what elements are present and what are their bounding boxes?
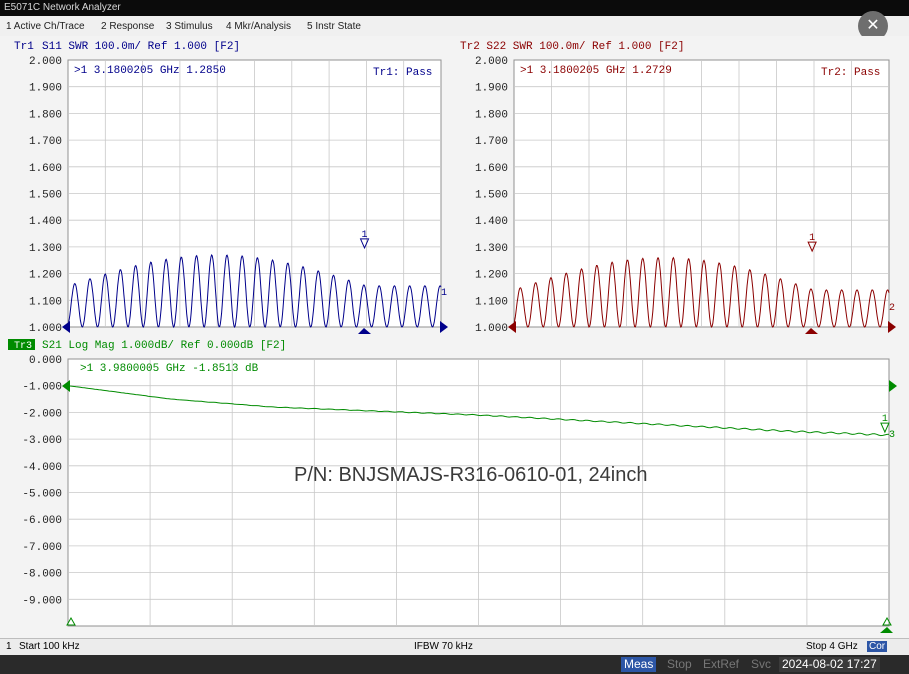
tr1-y-tick-label: 1.100 — [29, 296, 62, 308]
tr1-y-tick-label: 1.200 — [29, 270, 62, 282]
tr3-trace-end-label: 3 — [889, 430, 895, 441]
traces-svg: Tr1 S11 SWR 100.0m/ Ref 1.000 [F2] 2.000… — [8, 41, 897, 633]
tr3-header-prefix: Tr3 — [14, 341, 32, 352]
tr2-ref-left-icon — [508, 321, 516, 333]
tr1-marker-position-icon — [358, 328, 371, 334]
tr1-header-prefix: Tr1 — [14, 41, 34, 53]
status-bar: 1 Start 100 kHz IFBW 70 kHz Stop 4 GHz C… — [0, 638, 909, 655]
tr3-ref-right-icon — [889, 380, 897, 392]
tr3-y-tick-label: -2.000 — [22, 408, 62, 420]
tr2-marker-number: 1 — [809, 233, 815, 244]
tr3-y-tick-label: -3.000 — [22, 435, 62, 447]
date-time: 2024-08-02 17:27 — [779, 657, 880, 672]
tr2-trace-end-label: 2 — [889, 303, 895, 314]
tr1-panel: Tr1 S11 SWR 100.0m/ Ref 1.000 [F2] 2.000… — [14, 41, 448, 335]
tr3-y-tick-label: -6.000 — [22, 515, 62, 527]
tr1-y-tick-label: 1.600 — [29, 163, 62, 175]
tr2-y-tick-label: 2.000 — [475, 56, 508, 68]
ifbw-value[interactable]: IFBW 70 kHz — [414, 641, 473, 652]
tr3-y-tick-label: -8.000 — [22, 569, 62, 581]
part-number-annotation: P/N: BNJSMAJS-R316-0610-01, 24inch — [294, 464, 648, 486]
tr3-y-tick-label: -4.000 — [22, 462, 62, 474]
tr2-y-tick-label: 1.400 — [475, 216, 508, 228]
tr3-y-ticks: 0.000 -1.000 -2.000 -3.000 -4.000 -5.000 -6.00… — [22, 355, 62, 607]
start-frequency[interactable]: Start 100 kHz — [19, 641, 80, 652]
tr2-panel: Tr2 S22 SWR 100.0m/ Ref 1.000 [F2] 2.000… — [460, 41, 896, 335]
tr2-y-tick-label: 1.000 — [475, 323, 508, 335]
instrument-status-bar: Meas Stop ExtRef Svc 2024-08-02 17:27 — [0, 655, 909, 674]
tr2-y-ticks: 2.000 1.900 1.800 1.700 1.600 1.500 1.400 1.300… — [475, 56, 508, 335]
tr1-y-tick-label: 2.000 — [29, 56, 62, 68]
tr3-y-tick-label: -1.000 — [22, 382, 62, 394]
tr1-ref-right-icon — [440, 321, 448, 333]
tr1-y-tick-label: 1.900 — [29, 83, 62, 95]
tr3-panel: Tr3 S21 Log Mag 1.000dB/ Ref 0.000dB [F2… — [8, 339, 897, 633]
tr3-y-tick-label: 0.000 — [29, 355, 62, 367]
tr1-y-tick-label: 1.400 — [29, 216, 62, 228]
tr1-y-tick-label: 1.700 — [29, 136, 62, 148]
tr3-marker-number: 1 — [882, 414, 888, 425]
tr2-marker-readout: >1 3.1800205 GHz 1.2729 — [520, 65, 672, 77]
tr1-ref-left-icon — [62, 321, 70, 333]
tr2-marker-position-icon — [805, 328, 818, 334]
tr1-y-tick-label: 1.800 — [29, 109, 62, 121]
tr1-trace-end-label: 1 — [441, 288, 447, 299]
tr1-pass-label: Tr1: Pass — [373, 67, 432, 79]
tr2-header: Tr2 S22 SWR 100.0m/ Ref 1.000 [F2] — [460, 41, 684, 53]
tr2-y-tick-label: 1.500 — [475, 190, 508, 202]
tr2-y-tick-label: 1.900 — [475, 83, 508, 95]
tr1-marker-readout: >1 3.1800205 GHz 1.2850 — [74, 65, 226, 77]
tr3-y-tick-label: -7.000 — [22, 542, 62, 554]
tr1-y-ticks: 2.000 1.900 1.800 1.700 1.600 1.500 1.400 1.300… — [29, 56, 62, 335]
tr1-y-tick-label: 1.300 — [29, 243, 62, 255]
tr1-y-tick-label: 1.500 — [29, 190, 62, 202]
tr3-y-tick-label: -5.000 — [22, 489, 62, 501]
tr1-y-tick-label: 1.000 — [29, 323, 62, 335]
tr2-y-tick-label: 1.700 — [475, 136, 508, 148]
tr2-y-tick-label: 1.800 — [475, 109, 508, 121]
tr3-marker-position-icon — [880, 627, 893, 633]
tr2-y-tick-label: 1.100 — [475, 296, 508, 308]
tr3-ref-left-icon — [62, 380, 70, 392]
tr3-header: S21 Log Mag 1.000dB/ Ref 0.000dB [F2] — [42, 340, 286, 352]
stop-indicator: Stop — [667, 657, 692, 671]
tr2-y-tick-label: 1.600 — [475, 163, 508, 175]
tr3-y-tick-label: -9.000 — [22, 595, 62, 607]
tr3-marker-readout: >1 3.9800005 GHz -1.8513 dB — [80, 363, 259, 375]
extref-indicator: ExtRef — [703, 657, 740, 671]
tr2-y-tick-label: 1.200 — [475, 270, 508, 282]
stop-frequency[interactable]: Stop 4 GHz — [806, 641, 858, 652]
correction-badge: Cor — [867, 641, 888, 652]
channel-number: 1 — [6, 641, 12, 652]
tr2-y-tick-label: 1.300 — [475, 243, 508, 255]
svc-indicator: Svc — [751, 657, 772, 671]
tr2-ref-right-icon — [888, 321, 896, 333]
meas-indicator: Meas — [621, 657, 657, 672]
tr2-pass-label: Tr2: Pass — [821, 67, 880, 79]
tr1-marker-number: 1 — [362, 230, 368, 241]
tr1-header: S11 SWR 100.0m/ Ref 1.000 [F2] — [42, 41, 240, 53]
